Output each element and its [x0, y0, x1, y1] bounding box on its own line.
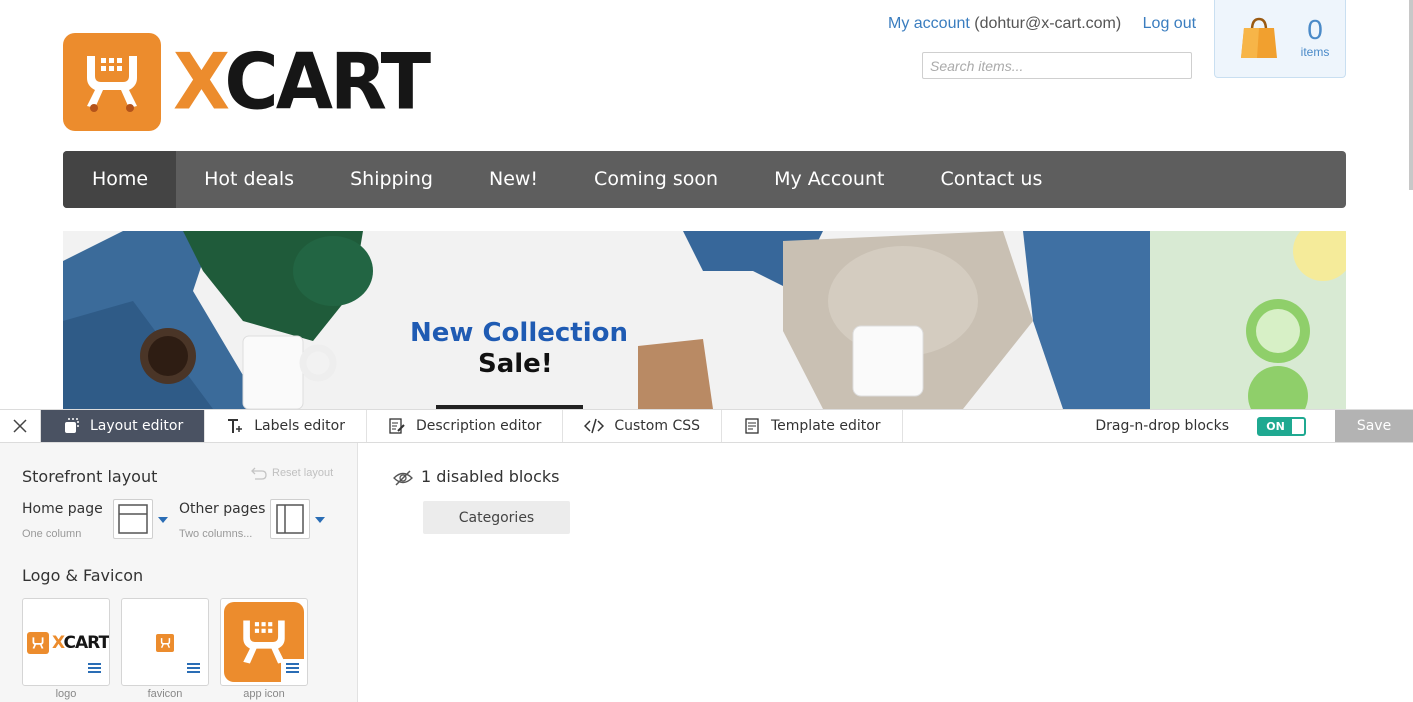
tab-label: Custom CSS — [614, 418, 700, 434]
favicon-thumbnail[interactable] — [121, 598, 209, 686]
drag-drop-toggle[interactable]: ON — [1257, 416, 1306, 436]
tab-layout-editor[interactable]: Layout editor — [41, 410, 206, 442]
nav-item-home[interactable]: Home — [63, 151, 177, 208]
other-layout-dropdown-icon[interactable] — [315, 517, 325, 523]
storefront-layout-title: Storefront layout — [22, 467, 158, 486]
code-icon — [584, 418, 605, 434]
shopping-bag-icon — [1241, 17, 1277, 58]
banner-title: New Collection — [410, 318, 628, 348]
other-pages-label: Other pages — [179, 501, 266, 517]
layout-panel: Storefront layout Reset layout Home page… — [0, 443, 358, 702]
two-columns-layout-icon — [276, 504, 304, 534]
close-icon — [13, 419, 27, 433]
account-links: My account (dohtur@x-cart.com) Log out — [888, 15, 1196, 33]
menu-icon[interactable] — [187, 663, 200, 675]
reset-layout-button[interactable]: Reset layout — [250, 466, 333, 480]
logo-caption: logo — [55, 688, 77, 700]
store-logo[interactable]: XCART — [63, 33, 431, 131]
cart-count: 0 — [1307, 14, 1323, 45]
my-account-link[interactable]: My account — [888, 15, 970, 32]
xcart-logo-preview: XCART — [27, 632, 109, 654]
eye-off-icon — [393, 470, 413, 486]
other-layout-selector[interactable] — [270, 499, 310, 539]
one-column-layout-icon — [118, 504, 148, 534]
drag-drop-control: Drag-n-drop blocks ON — [1095, 410, 1335, 442]
nav-item-contact-us[interactable]: Contact us — [912, 151, 1070, 208]
cart-logo-icon — [63, 33, 161, 131]
tab-custom-css[interactable]: Custom CSS — [563, 410, 722, 442]
banner-subtitle: Sale! — [478, 349, 553, 379]
app-icon-caption: app icon — [243, 688, 285, 700]
other-pages-layout-name: Two columns... — [179, 528, 253, 540]
tab-label: Template editor — [771, 418, 881, 434]
main-nav: Home Hot deals Shipping New! Coming soon… — [63, 151, 1346, 208]
home-layout-selector[interactable] — [113, 499, 153, 539]
toggle-on-label: ON — [1259, 418, 1292, 434]
logo-thumbnail[interactable]: XCART — [22, 598, 110, 686]
cart-items-label: items — [1300, 45, 1330, 59]
app-icon-thumbnail[interactable] — [220, 598, 308, 686]
home-page-label: Home page — [22, 501, 103, 517]
logo-favicon-title: Logo & Favicon — [22, 566, 144, 585]
home-layout-dropdown-icon[interactable] — [158, 517, 168, 523]
tab-labels-editor[interactable]: Labels editor — [205, 410, 367, 442]
close-editor-button[interactable] — [0, 410, 41, 442]
nav-item-my-account[interactable]: My Account — [746, 151, 912, 208]
tab-template-editor[interactable]: Template editor — [722, 410, 903, 442]
page-scrollbar[interactable] — [1409, 0, 1413, 190]
undo-icon — [251, 467, 267, 480]
account-email: (dohtur@x-cart.com) — [974, 15, 1122, 32]
tab-label: Labels editor — [254, 418, 345, 434]
mini-cart[interactable]: 0 items — [1214, 0, 1346, 78]
tab-description-editor[interactable]: Description editor — [367, 410, 564, 442]
layout-icon — [65, 418, 79, 433]
template-icon — [745, 418, 759, 434]
nav-item-hot-deals[interactable]: Hot deals — [176, 151, 322, 208]
menu-icon[interactable] — [286, 663, 299, 675]
edit-doc-icon — [389, 418, 405, 434]
tab-label: Description editor — [415, 418, 542, 434]
nav-item-new[interactable]: New! — [461, 151, 566, 208]
favicon-preview-icon — [156, 634, 174, 652]
logo-wordmark: XCART — [173, 36, 431, 128]
tab-label: Layout editor — [90, 418, 184, 434]
nav-item-shipping[interactable]: Shipping — [322, 151, 461, 208]
disabled-blocks-title: 1 disabled blocks — [421, 467, 560, 486]
favicon-caption: favicon — [147, 688, 183, 700]
promo-banner[interactable]: New Collection Sale! — [63, 231, 1346, 409]
search-input[interactable] — [922, 52, 1192, 79]
text-icon — [228, 419, 243, 433]
banner-photo — [63, 231, 1346, 409]
logout-link[interactable]: Log out — [1143, 15, 1196, 32]
home-page-layout-name: One column — [22, 528, 82, 540]
editor-toolbar: Layout editor Labels editor Description … — [0, 409, 1413, 443]
menu-icon[interactable] — [88, 663, 101, 675]
nav-item-coming-soon[interactable]: Coming soon — [566, 151, 746, 208]
disabled-block-categories[interactable]: Categories — [423, 501, 570, 534]
save-button[interactable]: Save — [1335, 410, 1413, 442]
drag-drop-label: Drag-n-drop blocks — [1095, 418, 1229, 434]
